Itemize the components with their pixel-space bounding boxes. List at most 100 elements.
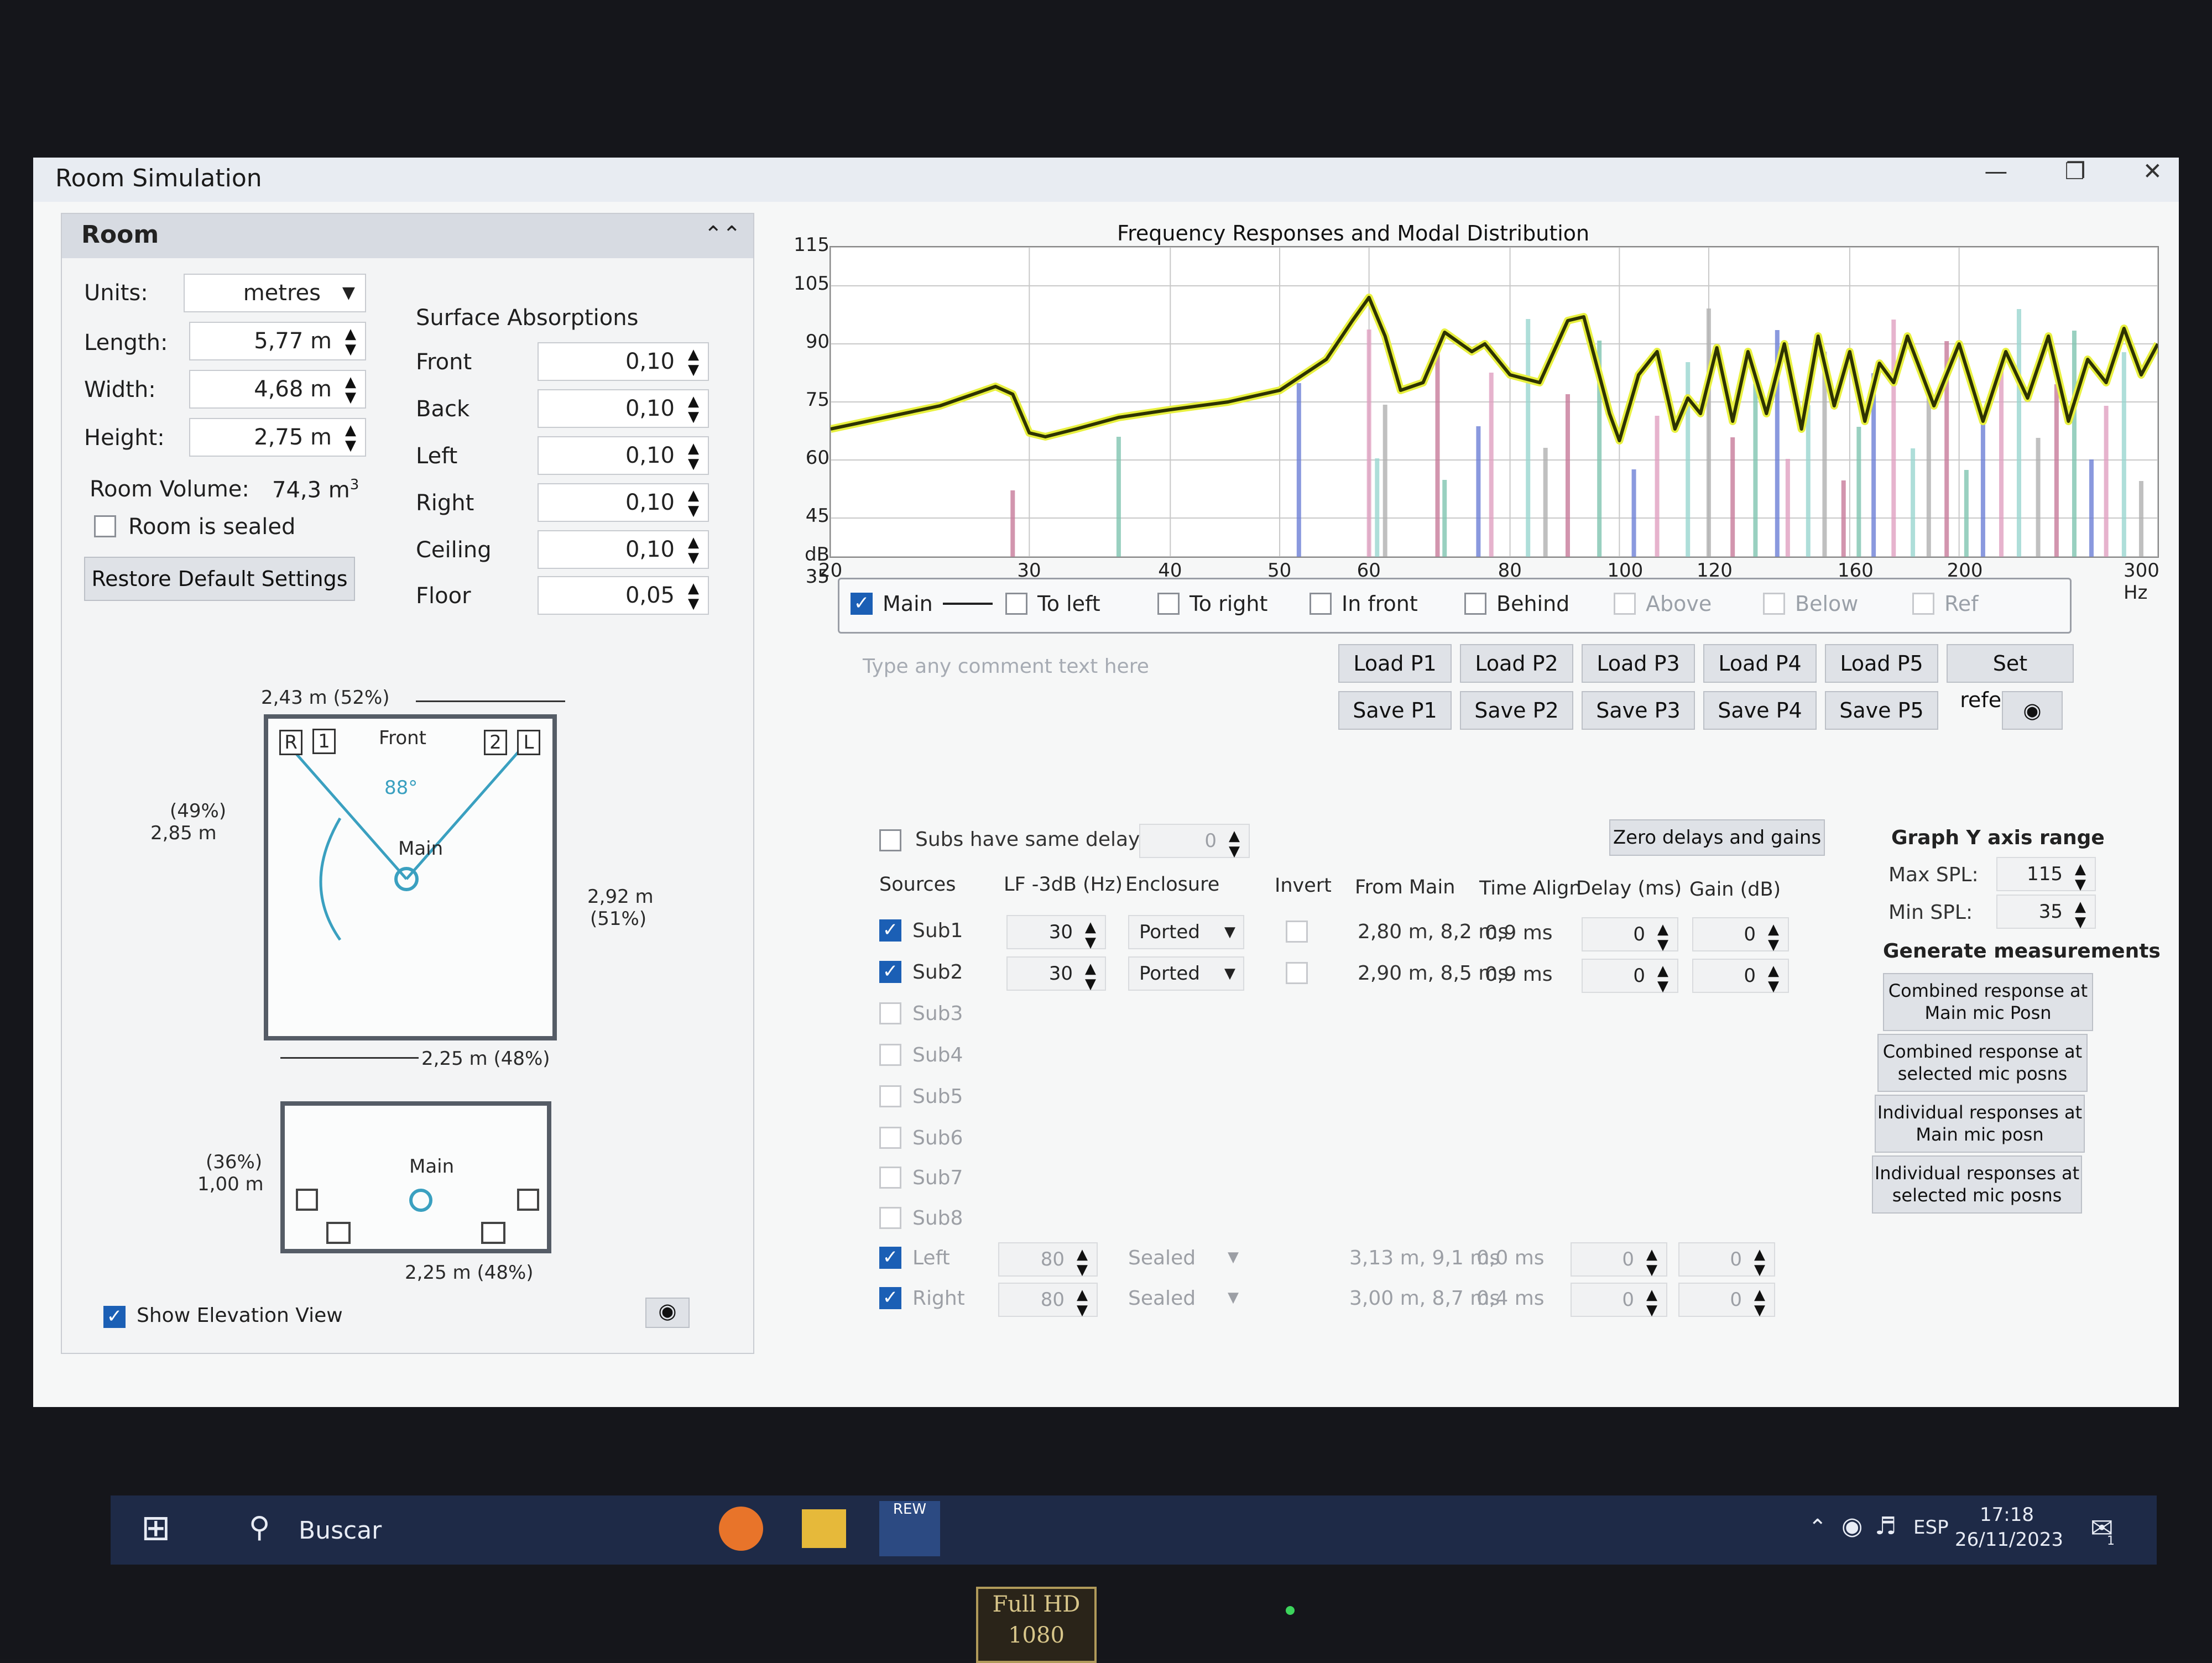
close-button[interactable]: ✕ [2143,158,2162,185]
speaker-volume-icon[interactable]: ♬ [1875,1512,1896,1540]
absorption-right-field[interactable]: 0,10 ▲ ▼ [538,483,709,522]
absorption-right-stepper[interactable]: ▲ ▼ [682,488,705,519]
combined-selected-button[interactable]: Combined response at selected mic posns [1877,1034,2088,1092]
width-field[interactable]: 4,68 m ▲ ▼ [189,370,366,409]
absorption-left-stepper[interactable]: ▲ ▼ [682,441,705,472]
right-gain-stepper[interactable]: ▲ ▼ [1749,1287,1771,1318]
right-checkbox[interactable]: ✓ [879,1287,901,1309]
absorption-ceiling-field[interactable]: 0,10 ▲ ▼ [538,530,709,569]
left-checkbox[interactable]: ✓ [879,1247,901,1269]
camera-icon[interactable]: ◉ [2002,691,2063,730]
absorption-floor-field[interactable]: 0,05 ▲ ▼ [538,576,709,615]
load-p1-button[interactable]: Load P1 [1338,644,1452,683]
sub2-lf-stepper[interactable]: ▲ ▼ [1079,961,1102,992]
sub5-checkbox[interactable] [879,1085,901,1107]
speaker-l-icon[interactable]: L [517,730,540,755]
sub1-checkbox[interactable]: ✓ [879,919,901,942]
restore-defaults-button[interactable]: Restore Default Settings [84,557,355,601]
subwoofer-icon[interactable] [326,1222,351,1244]
individual-main-button[interactable]: Individual responses at Main mic posn [1875,1095,2085,1153]
room-sealed-checkbox[interactable] [94,515,116,537]
legend-to-right[interactable]: To right [1157,592,1267,616]
save-p4-button[interactable]: Save P4 [1703,691,1817,730]
save-p5-button[interactable]: Save P5 [1825,691,1938,730]
units-select[interactable]: metres ▼ [184,274,366,312]
legend-in-front-checkbox[interactable] [1310,593,1332,615]
left-enclosure-value[interactable]: Sealed [1128,1247,1196,1269]
height-stepper[interactable]: ▲ ▼ [340,422,362,453]
load-p5-button[interactable]: Load P5 [1825,644,1938,683]
speaker-icon[interactable] [517,1189,539,1211]
legend-to-left[interactable]: To left [1005,592,1100,616]
left-lf-stepper[interactable]: ▲ ▼ [1071,1247,1093,1278]
left-delay-stepper[interactable]: ▲ ▼ [1641,1247,1663,1278]
legend-in-front[interactable]: In front [1310,592,1418,616]
legend-above[interactable]: Above [1614,592,1712,616]
save-p1-button[interactable]: Save P1 [1338,691,1452,730]
same-delay-stepper[interactable]: ▲ ▼ [1223,828,1245,859]
absorption-back-field[interactable]: 0,10 ▲ ▼ [538,389,709,428]
right-enclosure-value[interactable]: Sealed [1128,1287,1196,1310]
left-delay-field[interactable]: 0 ▲ ▼ [1571,1242,1667,1278]
min-spl-field[interactable]: 35 ▲ ▼ [1996,895,2096,930]
speaker-r-icon[interactable]: R [279,730,302,755]
restore-button[interactable]: ❐ [2065,158,2086,185]
sub2-lf-field[interactable]: 30 ▲ ▼ [1006,956,1106,992]
speaker-icon[interactable] [296,1189,318,1211]
left-gain-stepper[interactable]: ▲ ▼ [1749,1247,1771,1278]
length-stepper[interactable]: ▲ ▼ [340,326,362,357]
search-icon[interactable]: ⚲ [249,1511,270,1544]
legend-main[interactable]: ✓ Main [851,592,993,616]
sub1-lf-stepper[interactable]: ▲ ▼ [1079,919,1102,950]
speaker-2-icon[interactable]: 2 [484,730,507,755]
chevron-down-icon[interactable]: ▼ [1228,1289,1239,1306]
save-p3-button[interactable]: Save P3 [1582,691,1695,730]
combined-main-button[interactable]: Combined response at Main mic Posn [1883,973,2093,1031]
legend-below[interactable]: Below [1763,592,1858,616]
right-lf-stepper[interactable]: ▲ ▼ [1071,1287,1093,1318]
legend-below-checkbox[interactable] [1763,593,1785,615]
set-reference-button[interactable]: Set reference [1947,644,2074,712]
chevron-down-icon[interactable]: ▼ [1228,1249,1239,1265]
windows-start-icon[interactable]: ⊞ [141,1508,171,1549]
legend-above-checkbox[interactable] [1614,593,1636,615]
sub2-gain-stepper[interactable]: ▲ ▼ [1762,963,1785,994]
rew-app-icon[interactable]: REW [879,1501,940,1556]
load-p4-button[interactable]: Load P4 [1703,644,1817,683]
width-stepper[interactable]: ▲ ▼ [340,374,362,405]
absorption-back-stepper[interactable]: ▲ ▼ [682,394,705,425]
sub1-lf-field[interactable]: 30 ▲ ▼ [1006,915,1106,950]
speaker-1-icon[interactable]: 1 [312,729,336,754]
legend-to-left-checkbox[interactable] [1005,593,1027,615]
legend-behind[interactable]: Behind [1464,592,1569,616]
left-gain-field[interactable]: 0 ▲ ▼ [1678,1242,1775,1278]
same-delay-checkbox[interactable] [879,829,901,851]
legend-behind-checkbox[interactable] [1464,593,1486,615]
absorption-ceiling-stepper[interactable]: ▲ ▼ [682,535,705,566]
right-lf-field[interactable]: 80 ▲ ▼ [998,1283,1098,1318]
sub2-invert-checkbox[interactable] [1286,962,1308,984]
absorption-floor-stepper[interactable]: ▲ ▼ [682,581,705,611]
mic-position-icon[interactable] [394,867,419,891]
sub4-checkbox[interactable] [879,1044,901,1066]
right-delay-stepper[interactable]: ▲ ▼ [1641,1287,1663,1318]
language-indicator[interactable]: ESP [1913,1516,1949,1539]
legend-ref-checkbox[interactable] [1912,593,1934,615]
taskbar-search[interactable]: Buscar [299,1516,382,1545]
sub7-checkbox[interactable] [879,1167,901,1189]
sub2-delay-stepper[interactable]: ▲ ▼ [1652,963,1674,994]
max-spl-field[interactable]: 115 ▲ ▼ [1996,857,2096,892]
chevron-up-icon[interactable]: ⌃ [1808,1515,1827,1540]
individual-selected-button[interactable]: Individual responses at selected mic pos… [1872,1155,2082,1214]
same-delay-field[interactable]: 0 ▲ ▼ [1139,824,1250,859]
load-p3-button[interactable]: Load P3 [1582,644,1695,683]
load-p2-button[interactable]: Load P2 [1460,644,1573,683]
globe-icon[interactable]: ◉ [1841,1512,1863,1540]
sub1-invert-checkbox[interactable] [1286,921,1308,943]
legend-ref[interactable]: Ref [1912,592,1978,616]
sub2-gain-field[interactable]: 0 ▲ ▼ [1692,959,1789,994]
sub1-delay-stepper[interactable]: ▲ ▼ [1652,922,1674,953]
zero-delays-button[interactable]: Zero delays and gains [1609,819,1825,856]
absorption-front-field[interactable]: 0,10 ▲ ▼ [538,342,709,381]
mic-position-icon[interactable] [409,1189,432,1212]
